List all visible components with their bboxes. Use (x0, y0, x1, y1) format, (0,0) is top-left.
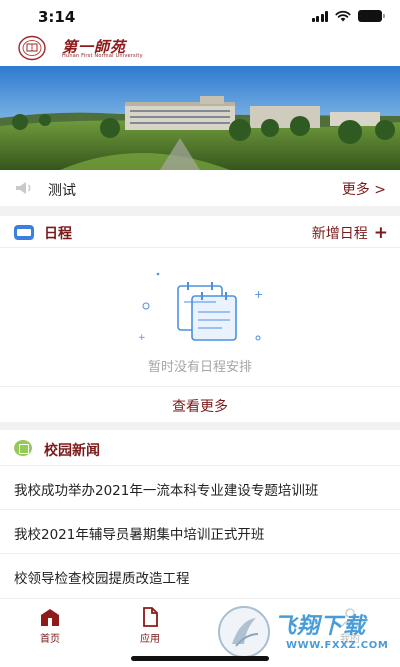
campus-news-card: 校园新闻 我校成功举办2021年一流本科专业建设专题培训班 我校2021年辅导员… (0, 430, 400, 598)
status-bar: 3:14 (0, 0, 400, 32)
notice-more-link[interactable]: 更多 > (342, 179, 386, 199)
campus-photo (0, 66, 400, 170)
schedule-card: 日程 新增日程 + + + 暂时没有日程安排 查看更多 (0, 216, 400, 422)
home-indicator (131, 656, 269, 661)
svg-text:+: + (138, 333, 146, 343)
status-time: 3:14 (38, 8, 76, 26)
wifi-icon (335, 10, 351, 22)
status-icons (311, 10, 385, 22)
empty-schedule-text: 暂时没有日程安排 (147, 360, 252, 375)
megaphone-icon (16, 182, 31, 194)
view-more-button[interactable]: 查看更多 (0, 386, 400, 422)
add-schedule-label: 新增日程 (311, 226, 368, 242)
news-item[interactable]: 校领导检查校园提质改造工程 (0, 554, 400, 600)
schedule-header: 日程 新增日程 + (0, 216, 400, 248)
watermark-logo-icon (218, 606, 270, 658)
news-item[interactable]: 我校2021年辅导员暑期集中培训正式开班 (0, 510, 400, 554)
school-emblem-icon (18, 35, 46, 61)
news-icon (14, 440, 32, 456)
plus-icon: + (373, 223, 388, 243)
app-logo-subtitle: Hunan First Normal University (62, 53, 143, 59)
home-icon (41, 609, 59, 626)
notice-text: 测试 (48, 183, 76, 199)
schedule-title: 日程 (44, 226, 72, 242)
campus-banner[interactable] (0, 66, 400, 170)
signal-icon (311, 10, 328, 22)
add-schedule-button[interactable]: 新增日程 + (312, 223, 388, 243)
svg-text:+: + (254, 288, 263, 301)
campus-news-title: 校园新闻 (44, 443, 100, 459)
tab-home[interactable]: 首页 (20, 607, 80, 645)
tab-home-label: 首页 (40, 634, 60, 645)
download-site-watermark: 飞翔下载 WWW.FXXZ.COM (212, 602, 400, 664)
empty-schedule-illustration: + + (138, 272, 263, 343)
campus-news-header: 校园新闻 (0, 430, 400, 466)
tab-apps[interactable]: 应用 (120, 607, 180, 645)
battery-icon (358, 10, 385, 22)
news-item[interactable]: 我校成功举办2021年一流本科专业建设专题培训班 (0, 466, 400, 510)
app-header: 第一師苑 Hunan First Normal University (0, 32, 400, 66)
notice-bar[interactable]: 测试 更多 > (0, 170, 400, 206)
calendar-icon (14, 225, 34, 240)
document-icon (143, 607, 158, 627)
watermark-brand: 飞翔下载 (274, 614, 367, 639)
tab-apps-label: 应用 (140, 634, 160, 645)
watermark-url: WWW.FXXZ.COM (286, 640, 389, 651)
